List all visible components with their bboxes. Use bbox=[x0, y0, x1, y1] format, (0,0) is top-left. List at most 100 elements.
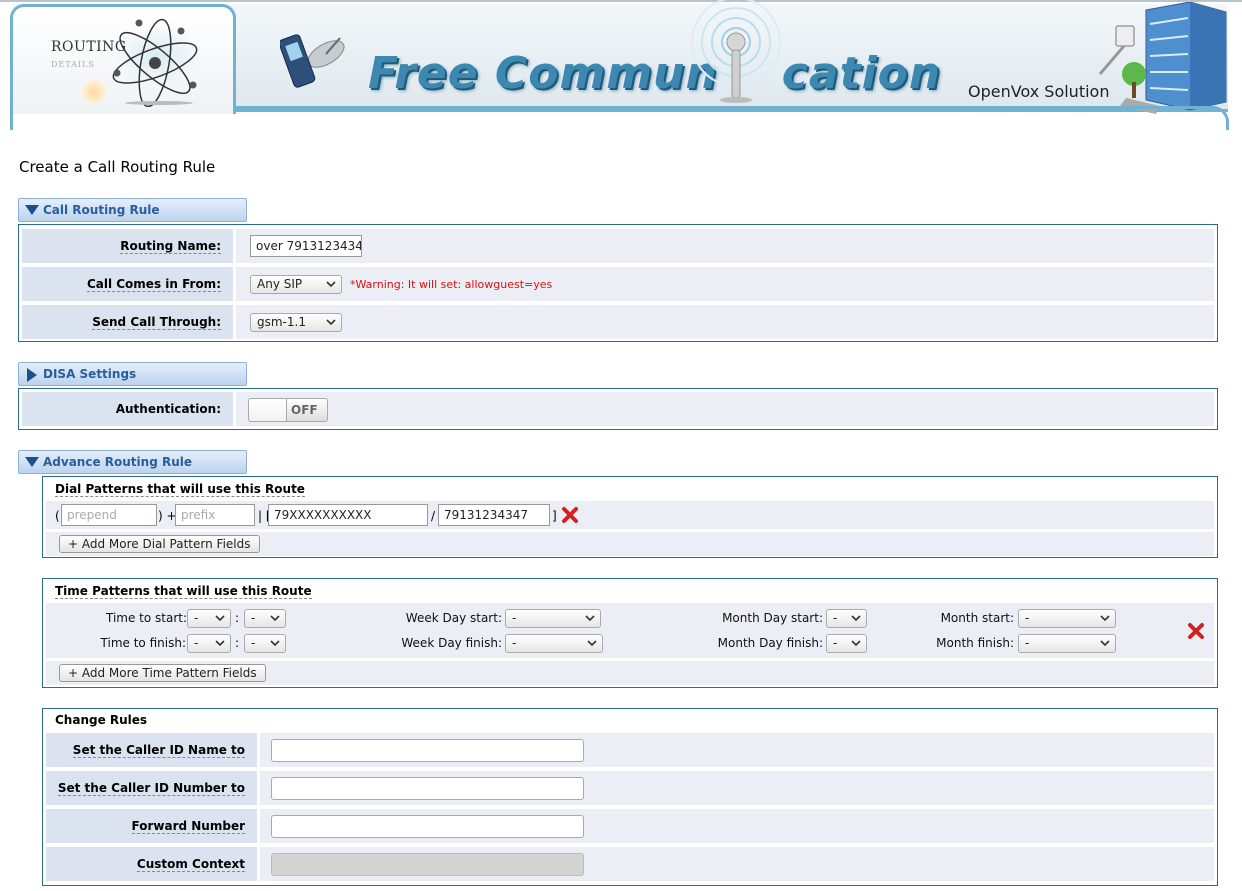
call-comes-value-cell: Any SIP *Warning: It will set: allowgues… bbox=[236, 267, 1214, 301]
add-time-pattern-button[interactable]: + Add More Time Pattern Fields bbox=[59, 664, 266, 682]
select-value: - bbox=[194, 636, 199, 650]
caller-id-pattern-input[interactable]: 79131234347 bbox=[438, 504, 550, 526]
caller-id-number-label: Set the Caller ID Number to bbox=[57, 781, 245, 796]
time-pattern-row: Time to start: - : - Week Day start: - M… bbox=[46, 603, 1214, 658]
chevron-down-icon bbox=[270, 640, 280, 647]
send-through-select-value: gsm-1.1 bbox=[257, 315, 306, 329]
time-patterns-box: Time Patterns that will use this Route T… bbox=[42, 578, 1218, 688]
top-border bbox=[0, 0, 1242, 2]
time-colon: : bbox=[235, 636, 240, 650]
prefix-input[interactable]: prefix bbox=[175, 504, 255, 526]
send-through-label: Send Call Through: bbox=[92, 315, 221, 330]
select-value: - bbox=[833, 611, 838, 625]
chevron-down-icon bbox=[215, 615, 225, 622]
dial-patterns-title-text: Dial Patterns that will use this Route bbox=[55, 482, 305, 497]
custom-context-label-cell: Custom Context bbox=[46, 847, 257, 881]
chevron-down-icon bbox=[585, 615, 595, 622]
dial-patterns-box: Dial Patterns that will use this Route (… bbox=[42, 476, 1218, 558]
select-value: - bbox=[512, 611, 517, 625]
call-routing-rule-header[interactable]: Call Routing Rule bbox=[18, 198, 247, 222]
disa-settings-header-label: DISA Settings bbox=[43, 367, 137, 381]
week-finish-label: Week Day finish: bbox=[401, 636, 502, 650]
caller-id-number-value-cell bbox=[260, 771, 1214, 805]
microphone-icon bbox=[691, 0, 781, 103]
section-subtitle: DETAILS bbox=[51, 60, 95, 69]
month-start-label: Month start: bbox=[940, 611, 1014, 625]
select-value: - bbox=[1025, 611, 1030, 625]
select-value: - bbox=[512, 636, 517, 650]
change-rules-box: Change Rules Set the Caller ID Name to S… bbox=[42, 708, 1218, 886]
caller-id-name-input[interactable] bbox=[271, 739, 584, 762]
chevron-down-icon bbox=[587, 640, 597, 647]
month-day-finish-label: Month Day finish: bbox=[717, 636, 823, 650]
routing-section-tab: ROUTING DETAILS bbox=[10, 4, 236, 114]
time-finish-hour-select[interactable]: - bbox=[187, 634, 231, 653]
company-label: OpenVox Solution bbox=[968, 82, 1110, 101]
caller-id-name-label-cell: Set the Caller ID Name to bbox=[46, 733, 257, 767]
routing-name-label: Routing Name: bbox=[120, 239, 221, 254]
select-value: - bbox=[194, 611, 199, 625]
routing-name-input[interactable]: over 79131234347 bbox=[250, 235, 362, 257]
chevron-down-icon bbox=[851, 640, 861, 647]
month-finish-select[interactable]: - bbox=[1018, 634, 1116, 653]
delete-x-icon[interactable] bbox=[561, 506, 579, 524]
caller-id-number-label-cell: Set the Caller ID Number to bbox=[46, 771, 257, 805]
close-bracket: ] bbox=[552, 509, 557, 523]
send-through-value-cell: gsm-1.1 bbox=[236, 305, 1214, 339]
routing-name-row: Routing Name: over 79131234347 bbox=[22, 229, 1214, 263]
select-value: - bbox=[1025, 636, 1030, 650]
week-finish-select[interactable]: - bbox=[505, 634, 603, 653]
time-pattern-add-row: + Add More Time Pattern Fields bbox=[46, 661, 1214, 685]
advance-routing-rule-header-label: Advance Routing Rule bbox=[43, 455, 192, 469]
send-through-label-cell: Send Call Through: bbox=[22, 305, 233, 339]
add-dial-pattern-button[interactable]: + Add More Dial Pattern Fields bbox=[59, 535, 260, 553]
advance-routing-rule-header[interactable]: Advance Routing Rule bbox=[18, 450, 247, 474]
call-comes-label: Call Comes in From: bbox=[86, 277, 221, 292]
disa-settings-header[interactable]: DISA Settings bbox=[18, 362, 247, 386]
time-start-hour-select[interactable]: - bbox=[187, 609, 231, 628]
custom-context-label: Custom Context bbox=[136, 857, 245, 872]
caller-id-number-input[interactable] bbox=[271, 777, 584, 800]
slash-separator: / bbox=[431, 509, 436, 523]
month-start-select[interactable]: - bbox=[1018, 609, 1116, 628]
week-start-label: Week Day start: bbox=[405, 611, 502, 625]
chevron-down-icon bbox=[1100, 640, 1110, 647]
routing-name-value-cell: over 79131234347 bbox=[236, 229, 1214, 263]
week-start-select[interactable]: - bbox=[505, 609, 601, 628]
call-comes-label-cell: Call Comes in From: bbox=[22, 267, 233, 301]
banner-lower-curve bbox=[233, 106, 1229, 130]
prepend-input[interactable]: prepend bbox=[61, 504, 157, 526]
allowguest-warning: *Warning: It will set: allowguest=yes bbox=[350, 278, 553, 291]
time-start-minute-select[interactable]: - bbox=[244, 609, 286, 628]
brand-title-part-2: cation bbox=[781, 48, 942, 99]
open-paren: ( bbox=[55, 509, 60, 523]
time-finish-label: Time to finish: bbox=[100, 636, 186, 650]
forward-number-input[interactable] bbox=[271, 815, 584, 838]
caller-id-name-value-cell bbox=[260, 733, 1214, 767]
select-value: - bbox=[251, 636, 256, 650]
forward-number-label: Forward Number bbox=[131, 819, 245, 834]
send-through-select[interactable]: gsm-1.1 bbox=[250, 313, 342, 332]
caller-id-number-row: Set the Caller ID Number to bbox=[46, 771, 1214, 805]
call-comes-select[interactable]: Any SIP bbox=[250, 275, 342, 294]
caller-id-name-row: Set the Caller ID Name to bbox=[46, 733, 1214, 767]
select-value: - bbox=[251, 611, 256, 625]
month-day-start-label: Month Day start: bbox=[722, 611, 823, 625]
chevron-down-icon bbox=[270, 615, 280, 622]
custom-context-value-cell bbox=[260, 847, 1214, 881]
phone-icon bbox=[280, 34, 345, 88]
send-through-row: Send Call Through: gsm-1.1 bbox=[22, 305, 1214, 339]
forward-number-value-cell bbox=[260, 809, 1214, 843]
chevron-down-icon bbox=[326, 281, 336, 288]
select-value: - bbox=[833, 636, 838, 650]
match-pattern-input[interactable]: 79XXXXXXXXXX bbox=[268, 504, 428, 526]
month-day-start-select[interactable]: - bbox=[826, 609, 867, 628]
month-day-finish-select[interactable]: - bbox=[826, 634, 867, 653]
delete-x-icon[interactable] bbox=[1187, 622, 1205, 640]
brand-title: Free Commun cation bbox=[368, 48, 941, 99]
call-routing-rule-header-label: Call Routing Rule bbox=[43, 203, 160, 217]
time-finish-minute-select[interactable]: - bbox=[244, 634, 286, 653]
authentication-toggle[interactable]: OFF bbox=[248, 398, 328, 422]
atom-icon bbox=[112, 18, 198, 107]
custom-context-input bbox=[271, 853, 584, 876]
